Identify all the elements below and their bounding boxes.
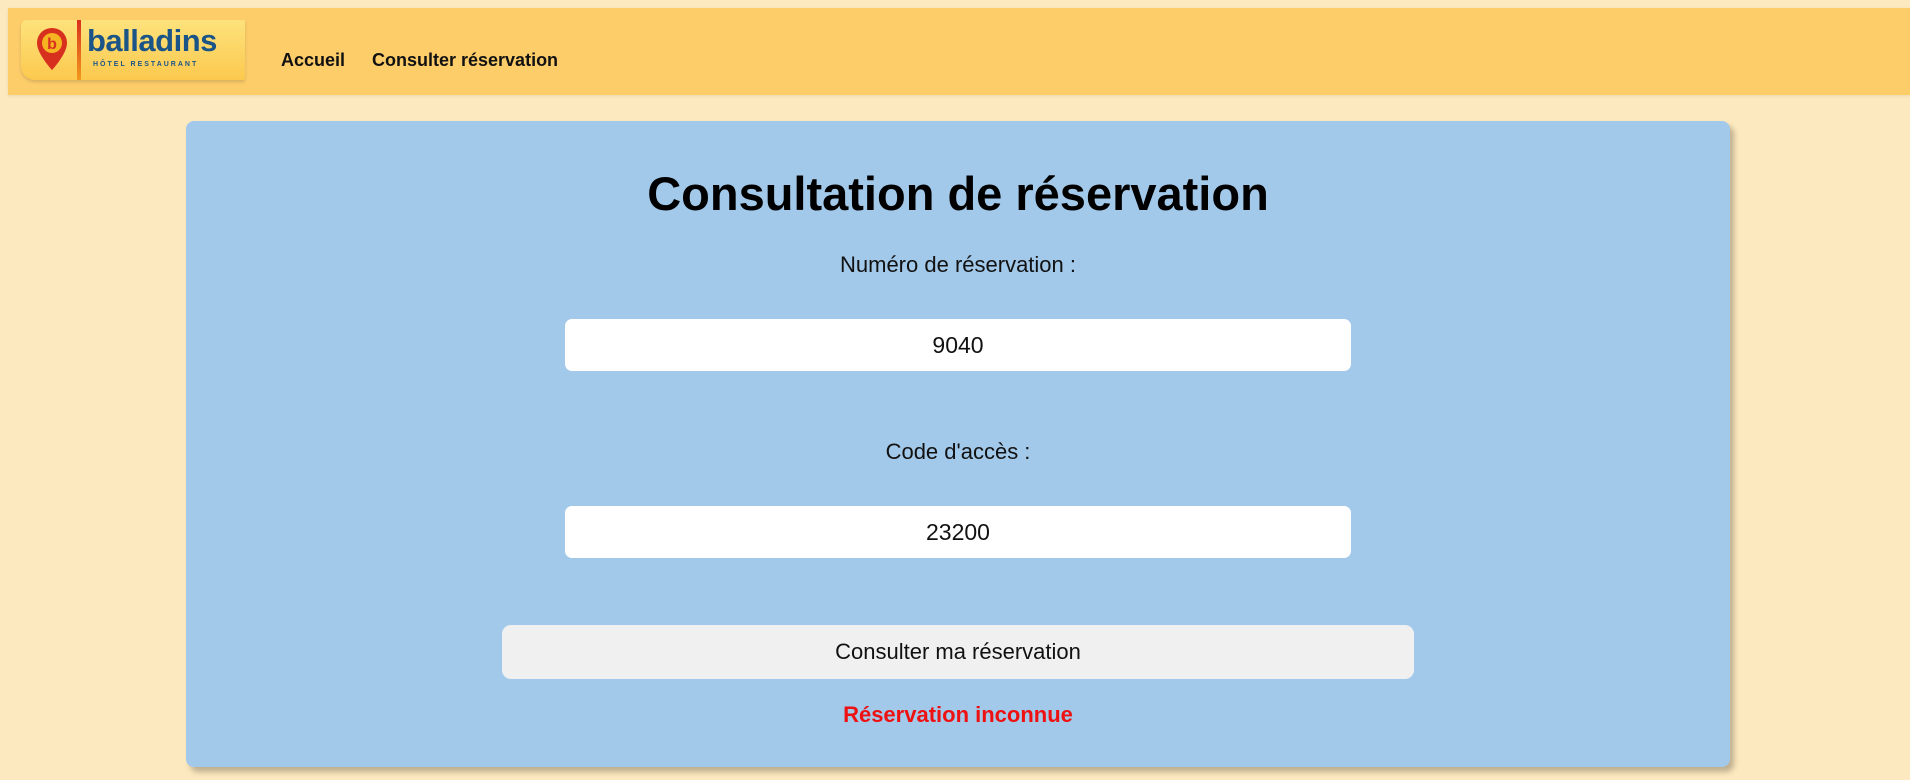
access-code-input[interactable] (565, 506, 1351, 558)
svg-text:b: b (47, 36, 57, 53)
access-code-label: Code d'accès : (885, 439, 1031, 464)
error-message: Réservation inconnue (843, 702, 1073, 727)
logo-brand-text: balladins (87, 23, 217, 58)
balladins-logo[interactable]: b balladins HÔTEL RESTAURANT (21, 20, 245, 80)
reservation-number-label: Numéro de réservation : (840, 252, 1076, 277)
map-pin-b-icon: b (35, 26, 69, 77)
logo-tagline: HÔTEL RESTAURANT (93, 61, 199, 68)
page-title: Consultation de réservation (647, 167, 1269, 220)
nav-link-accueil[interactable]: Accueil (281, 50, 345, 71)
logo-divider (77, 20, 81, 80)
consult-reservation-button[interactable]: Consulter ma réservation (502, 625, 1414, 679)
nav-link-consulter-reservation[interactable]: Consulter réservation (372, 50, 558, 71)
reservation-number-input[interactable] (565, 319, 1351, 371)
navbar: b balladins HÔTEL RESTAURANT Accueil Con… (8, 8, 1910, 95)
reservation-lookup-card: Consultation de réservation Numéro de ré… (186, 121, 1730, 767)
